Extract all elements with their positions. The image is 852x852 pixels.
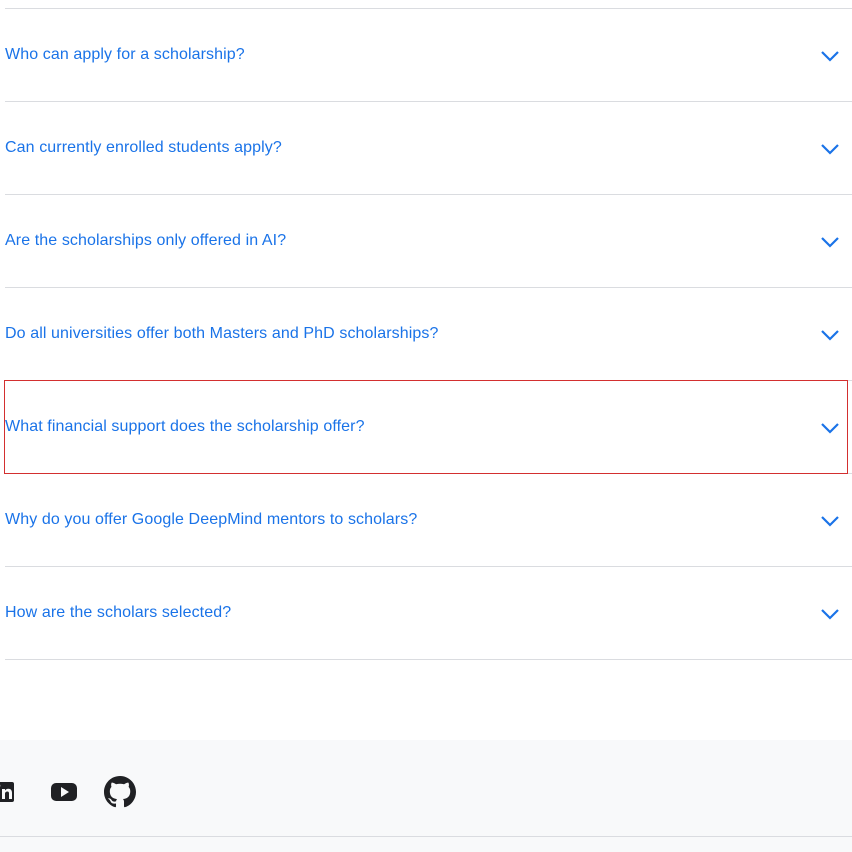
faq-question: Who can apply for a scholarship?	[5, 46, 245, 63]
footer	[0, 740, 852, 852]
chevron-down-icon[interactable]	[820, 419, 840, 435]
social-links	[0, 776, 136, 808]
chevron-down-icon[interactable]	[820, 605, 840, 621]
faq-question: How are the scholars selected?	[5, 604, 232, 621]
faq-question: What financial support does the scholars…	[5, 418, 365, 435]
chevron-down-icon[interactable]	[820, 512, 840, 528]
faq-item-only-ai[interactable]: Are the scholarships only offered in AI?	[5, 194, 852, 287]
chevron-down-icon[interactable]	[820, 47, 840, 63]
faq-item-enrolled-students[interactable]: Can currently enrolled students apply?	[5, 101, 852, 194]
faq-item-selection[interactable]: How are the scholars selected?	[5, 566, 852, 660]
chevron-down-icon[interactable]	[820, 326, 840, 342]
faq-question: Can currently enrolled students apply?	[5, 139, 282, 156]
linkedin-icon[interactable]	[0, 776, 24, 808]
chevron-down-icon[interactable]	[820, 233, 840, 249]
faq-item-financial-support[interactable]: What financial support does the scholars…	[5, 380, 852, 473]
github-icon[interactable]	[104, 776, 136, 808]
faq-item-mentors[interactable]: Why do you offer Google DeepMind mentors…	[5, 473, 852, 566]
faq-item-who-can-apply[interactable]: Who can apply for a scholarship?	[5, 8, 852, 101]
faq-item-masters-phd[interactable]: Do all universities offer both Masters a…	[5, 287, 852, 380]
faq-question: Why do you offer Google DeepMind mentors…	[5, 511, 418, 528]
chevron-down-icon[interactable]	[820, 140, 840, 156]
youtube-icon[interactable]	[48, 776, 80, 808]
faq-list: Who can apply for a scholarship? Can cur…	[5, 8, 852, 660]
faq-question: Do all universities offer both Masters a…	[5, 325, 439, 342]
faq-question: Are the scholarships only offered in AI?	[5, 232, 287, 249]
footer-divider	[0, 836, 852, 837]
